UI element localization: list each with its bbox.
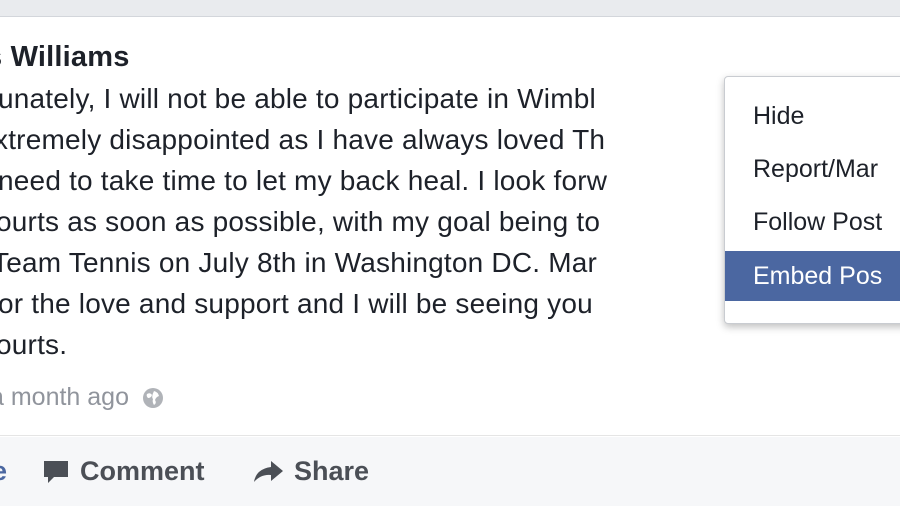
- menu-item-follow-post[interactable]: Follow Post: [725, 197, 900, 247]
- post-action-bar: e Comment Share: [0, 437, 900, 506]
- post-timestamp[interactable]: a month ago: [0, 383, 129, 412]
- menu-item-hide[interactable]: Hide: [725, 91, 900, 141]
- post-body-line: tunately, I will not be able to particip…: [0, 83, 596, 114]
- action-divider: [0, 435, 900, 436]
- screenshot-stage: s Williams tunately, I will not be able …: [0, 0, 900, 506]
- post-body-line: or the love and support and I will be se…: [0, 288, 593, 319]
- globe-icon[interactable]: [141, 386, 165, 410]
- post-body-line: xtremely disappointed as I have always l…: [0, 124, 606, 155]
- menu-item-embed-post[interactable]: Embed Pos: [725, 251, 900, 301]
- post-body-line: ourts as soon as possible, with my goal …: [0, 206, 601, 237]
- post-author-name[interactable]: s Williams: [0, 41, 130, 74]
- post-options-menu: Hide Report/Mar Follow Post Embed Pos: [724, 76, 900, 324]
- comment-label: Comment: [80, 456, 205, 486]
- share-arrow-icon: [254, 460, 283, 482]
- post-body-line: need to take time to let my back heal. I…: [0, 165, 608, 196]
- menu-item-report[interactable]: Report/Mar: [725, 144, 900, 194]
- share-button[interactable]: Share: [252, 456, 369, 487]
- post-body-line: Team Tennis on July 8th in Washington DC…: [0, 247, 598, 278]
- post-meta: a month ago: [0, 383, 165, 412]
- like-button[interactable]: e: [0, 456, 7, 487]
- comment-button[interactable]: Comment: [42, 456, 205, 487]
- share-label: Share: [294, 456, 370, 486]
- comment-icon: [44, 460, 68, 483]
- post-body-line: ourts.: [0, 329, 68, 360]
